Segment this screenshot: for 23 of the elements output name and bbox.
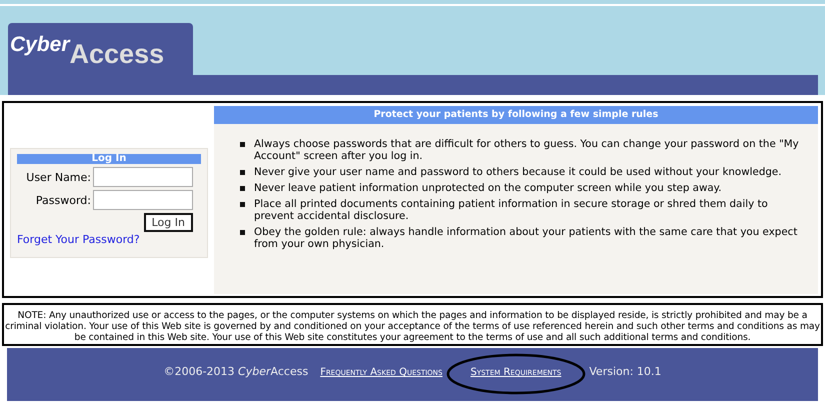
rule-text: Place all printed documents containing patient information in secure storage or shred them daily to prevent accidental disclosure. <box>254 198 769 222</box>
bullet-icon <box>240 186 245 191</box>
field-label: Password: <box>36 194 91 206</box>
rules-title: Protect your patients by following a few simple rules <box>214 106 818 124</box>
login-title: Log In <box>17 154 201 164</box>
bullet-icon <box>240 230 245 235</box>
legal-notice: NOTE: Any unauthorized use or access to the pages, or the computer systems on which the pages and information to be displayed reside, is strictly prohibited and may be a criminal violation. Your use of this Web site is governed by and conditioned on your acceptance of the terms of use referenced herein and such other terms and conditions as may be contained in this Web site. Your use of this Web site constitutes your agreement to the terms of use and all such additional terms and conditions. <box>4 310 821 343</box>
bullet-icon <box>240 170 245 175</box>
copyright-text: ©2006-2013 CyberAccess <box>164 365 308 378</box>
rule-text: Never give your user name and password to others because it could be used without your knowledge. <box>254 166 782 178</box>
rule-text: Never leave patient information unprotected on the computer screen while you step away. <box>254 182 722 194</box>
login-button[interactable]: Log In <box>144 213 193 232</box>
bullet-icon <box>240 142 245 147</box>
version-text: Version: 10.1 <box>589 365 662 378</box>
forgot-password-link[interactable]: Forget Your Password? <box>17 233 201 246</box>
field-label: User Name: <box>26 170 91 184</box>
footer-link[interactable]: Frequently Asked Questions <box>320 367 442 378</box>
rule-text: Always choose passwords that are difficult for others to guess. You can change your password on the "My Account" screen after you log in. <box>254 138 800 162</box>
bullet-icon <box>240 202 245 207</box>
footer-link[interactable]: System Requirements <box>470 367 562 378</box>
username-field[interactable] <box>93 167 193 187</box>
password-field[interactable] <box>93 190 193 210</box>
rule-text: Obey the golden rule: always handle information about your patients with the same care that you expect from your own physician. <box>254 226 798 250</box>
